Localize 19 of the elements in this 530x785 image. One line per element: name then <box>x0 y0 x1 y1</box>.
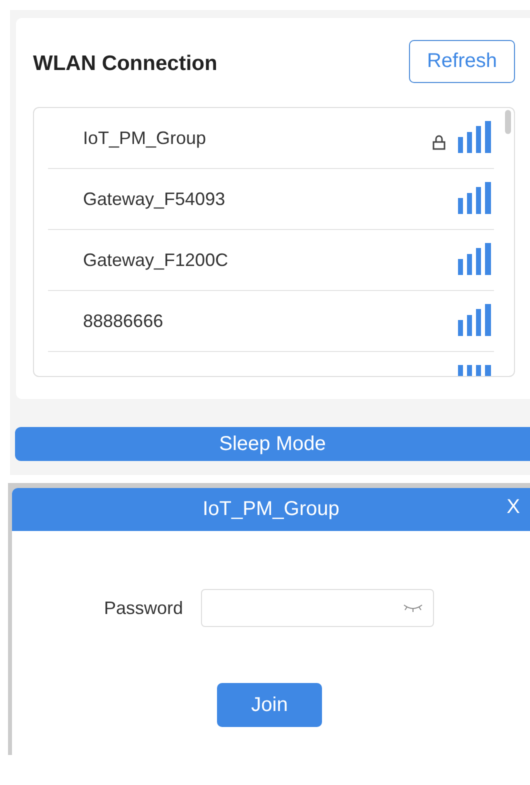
dialog-title: IoT_PM_Group <box>202 498 340 521</box>
signal-icon <box>456 182 494 216</box>
join-button[interactable]: Join <box>217 683 322 727</box>
refresh-button[interactable]: Refresh <box>408 40 515 83</box>
network-name[interactable]: Gateway_F54093 <box>83 188 456 210</box>
sleep-mode-button[interactable]: Sleep Mode <box>15 427 530 461</box>
section-title: WLAN Connection <box>33 52 218 76</box>
signal-icon <box>456 304 494 338</box>
scrollbar[interactable] <box>505 110 511 134</box>
closed-eye-icon <box>403 603 424 613</box>
network-name[interactable]: 88886666 <box>83 310 456 332</box>
password-label: Password <box>104 598 184 618</box>
close-button[interactable]: X <box>506 496 520 519</box>
network-name[interactable]: IoT_PM_Group <box>83 128 432 148</box>
password-field[interactable] <box>201 589 434 627</box>
network-name[interactable]: Gateway_F1200C <box>83 250 456 270</box>
signal-icon <box>456 365 494 376</box>
signal-icon <box>456 121 494 155</box>
signal-icon <box>456 243 494 277</box>
